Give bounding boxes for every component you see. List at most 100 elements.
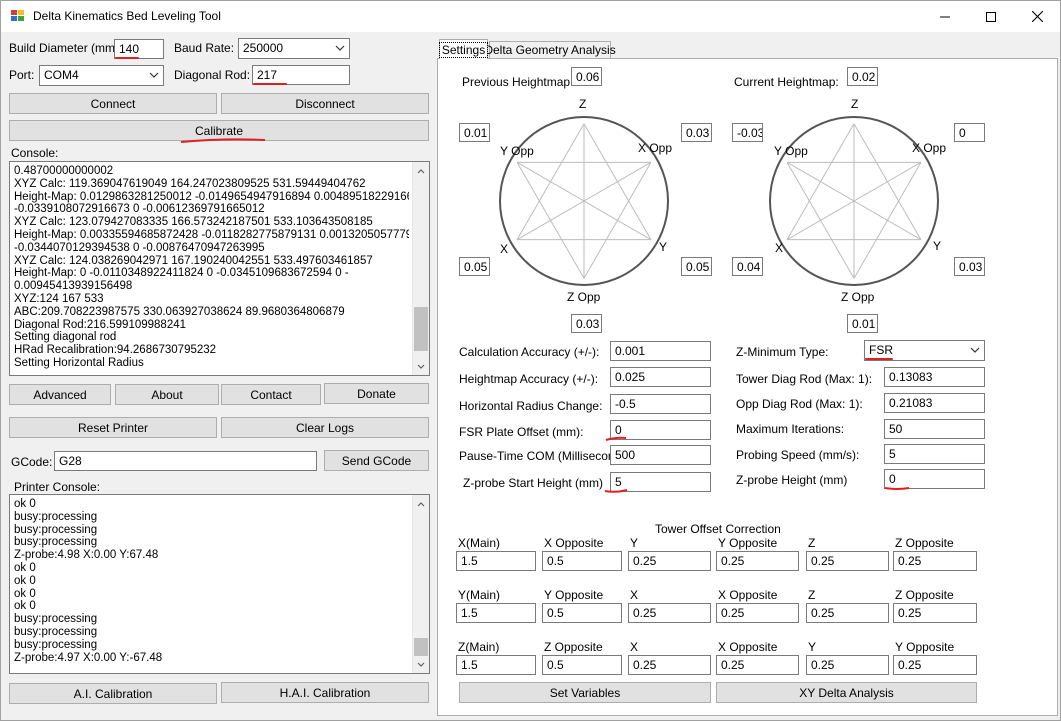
heightmap-accuracy-field[interactable]: 0.025 bbox=[610, 367, 711, 387]
prev-right-bottom-value: 0.05 bbox=[681, 257, 712, 276]
chevron-down-icon bbox=[149, 72, 159, 78]
printer-console-lines: ok 0 busy:processing busy:processing busy:p… bbox=[14, 498, 409, 664]
hai-calibration-button[interactable]: H.A.I. Calibration bbox=[221, 682, 429, 703]
tower-offset-field[interactable]: 1.5 bbox=[456, 551, 536, 571]
printer-console-scrollbar[interactable] bbox=[412, 495, 429, 673]
tower-offset-field[interactable]: 0.25 bbox=[716, 603, 799, 623]
scroll-up-button[interactable] bbox=[413, 162, 429, 179]
tower-offset-field[interactable]: 0.5 bbox=[542, 603, 622, 623]
curr-y-label: Y bbox=[933, 239, 942, 253]
list-item: ok 0 bbox=[14, 600, 36, 613]
max-iter-field[interactable]: 50 bbox=[884, 419, 985, 439]
minimize-icon bbox=[940, 16, 950, 17]
scroll-thumb[interactable] bbox=[414, 638, 428, 656]
tower-offset-label: Y bbox=[808, 640, 817, 654]
tower-offset-field[interactable]: 0.5 bbox=[542, 655, 622, 675]
list-item: Diagonal Rod:216.599109988241 bbox=[14, 318, 187, 331]
prev-y-opp-label: Y Opp bbox=[500, 144, 534, 158]
tower-offset-field[interactable]: 0.25 bbox=[893, 655, 977, 675]
prev-x-opp-label: X Opp bbox=[638, 141, 673, 155]
list-item: ok 0 bbox=[14, 498, 36, 510]
scroll-down-button[interactable] bbox=[413, 656, 429, 673]
send-gcode-button[interactable]: Send GCode bbox=[324, 450, 429, 471]
tab-settings-label: Settings bbox=[438, 41, 489, 58]
tower-offset-field[interactable]: 0.25 bbox=[806, 655, 889, 675]
list-item: 0.48700000000002 bbox=[14, 165, 114, 177]
tower-offset-field[interactable]: 0.25 bbox=[628, 655, 711, 675]
curr-top-value: 0.02 bbox=[847, 67, 878, 86]
connect-button[interactable]: Connect bbox=[9, 93, 217, 114]
clear-logs-button[interactable]: Clear Logs bbox=[221, 417, 429, 438]
hrad-change-field[interactable]: -0.5 bbox=[610, 394, 711, 414]
close-icon bbox=[1031, 11, 1043, 22]
tower-offset-field[interactable]: 0.25 bbox=[806, 603, 889, 623]
list-item: -0.0339108072916673 0 -0.006123697916650… bbox=[14, 203, 265, 216]
app-window: Delta Kinematics Bed Leveling Tool Build… bbox=[0, 0, 1061, 721]
about-button[interactable]: About bbox=[115, 384, 219, 405]
annotation-underline bbox=[604, 489, 628, 493]
scroll-thumb[interactable] bbox=[414, 307, 428, 351]
list-item: Setting diagonal rod bbox=[14, 331, 117, 344]
list-item: XYZ Calc: 123.079427083335 166.573242187… bbox=[14, 216, 373, 229]
set-variables-button[interactable]: Set Variables bbox=[459, 682, 711, 703]
curr-z-opp-label: Z Opp bbox=[841, 290, 875, 304]
diagonal-rod-label: Diagonal Rod: bbox=[174, 68, 251, 82]
ai-calibration-button[interactable]: A.I. Calibration bbox=[9, 683, 217, 704]
title-bar: Delta Kinematics Bed Leveling Tool bbox=[1, 1, 1060, 32]
tower-offset-label: Z bbox=[808, 588, 816, 602]
zmin-type-label: Z-Minimum Type: bbox=[736, 345, 829, 359]
console-scrollbar[interactable] bbox=[412, 162, 429, 375]
tower-offset-label: Z Opposite bbox=[895, 536, 954, 550]
curr-right-bottom-value: 0.03 bbox=[954, 257, 985, 276]
disconnect-button[interactable]: Disconnect bbox=[221, 93, 429, 114]
list-item: Height-Map: 0 -0.0110348922411824 0 -0.0… bbox=[14, 267, 349, 280]
calc-accuracy-field[interactable]: 0.001 bbox=[610, 341, 711, 361]
curr-left-top-value: -0.03 bbox=[732, 123, 763, 142]
opp-diag-field[interactable]: 0.21083 bbox=[884, 393, 985, 413]
build-diameter-field[interactable]: 140 bbox=[114, 39, 164, 59]
scroll-down-button[interactable] bbox=[413, 358, 429, 375]
tower-diag-field[interactable]: 0.13083 bbox=[884, 367, 985, 387]
maximize-button[interactable] bbox=[968, 1, 1014, 32]
calc-accuracy-label: Calculation Accuracy (+/-): bbox=[459, 345, 600, 359]
port-select[interactable]: COM4 bbox=[39, 65, 164, 86]
tower-offset-field[interactable]: 0.25 bbox=[716, 551, 799, 571]
xy-delta-analysis-button[interactable]: XY Delta Analysis bbox=[716, 682, 977, 703]
tower-offset-label: X bbox=[630, 588, 639, 602]
tower-offset-field[interactable]: 0.5 bbox=[542, 551, 622, 571]
window-title: Delta Kinematics Bed Leveling Tool bbox=[33, 9, 221, 23]
tower-offset-field[interactable]: 0.25 bbox=[716, 655, 799, 675]
list-item: HRad Recalibration:94.2686730795232 bbox=[14, 344, 217, 357]
triangle-edge bbox=[516, 123, 585, 240]
tower-offset-field[interactable]: 0.25 bbox=[893, 603, 977, 623]
tower-offset-field[interactable]: 0.25 bbox=[893, 551, 977, 571]
baud-rate-select[interactable]: 250000 bbox=[238, 38, 350, 59]
tab-geometry[interactable]: Delta Geometry Analysis bbox=[484, 41, 616, 58]
donate-button[interactable]: Donate bbox=[324, 383, 429, 404]
reset-printer-button[interactable]: Reset Printer bbox=[9, 417, 217, 438]
pause-time-field[interactable]: 500 bbox=[610, 445, 711, 465]
tower-offset-label: Y Opposite bbox=[544, 588, 604, 602]
printer-console-textarea[interactable]: ok 0 busy:processing busy:processing busy:p… bbox=[9, 494, 430, 674]
gcode-input[interactable]: G28 bbox=[54, 451, 317, 471]
tower-offset-title: Tower Offset Correction bbox=[655, 522, 781, 536]
tower-offset-field[interactable]: 0.25 bbox=[806, 551, 889, 571]
diagonal-rod-field[interactable]: 217 bbox=[252, 65, 350, 85]
tower-offset-field[interactable]: 0.25 bbox=[628, 603, 711, 623]
console-textarea[interactable]: 0.48700000000002 XYZ Calc: 119.3690476190… bbox=[9, 161, 430, 376]
tower-offset-field[interactable]: 1.5 bbox=[456, 655, 536, 675]
tower-offset-field[interactable]: 0.25 bbox=[628, 551, 711, 571]
contact-button[interactable]: Contact bbox=[221, 384, 321, 405]
tab-settings[interactable]: Settings bbox=[438, 39, 489, 59]
minimize-button[interactable] bbox=[922, 1, 968, 32]
scroll-up-button[interactable] bbox=[413, 495, 429, 512]
prev-left-bottom-value: 0.05 bbox=[459, 257, 490, 276]
probe-speed-label: Probing Speed (mm/s): bbox=[736, 448, 860, 462]
probe-speed-field[interactable]: 5 bbox=[884, 444, 985, 464]
close-button[interactable] bbox=[1014, 1, 1060, 32]
hrad-change-label: Horizontal Radius Change: bbox=[459, 399, 603, 413]
list-item: 0.00945413939156498 bbox=[14, 280, 133, 293]
zprobe-start-label: Z-probe Start Height (mm) bbox=[463, 476, 604, 490]
tower-offset-field[interactable]: 1.5 bbox=[456, 603, 536, 623]
advanced-button[interactable]: Advanced bbox=[9, 384, 111, 405]
